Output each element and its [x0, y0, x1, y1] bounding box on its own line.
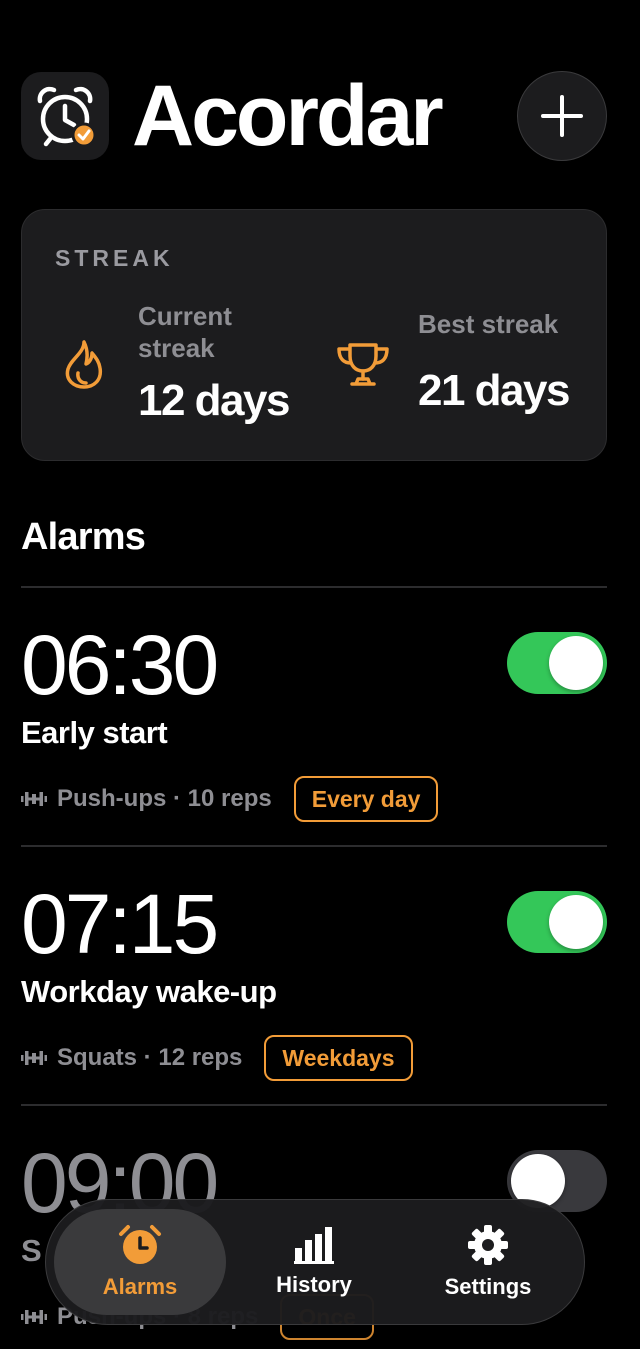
trophy-icon	[337, 343, 389, 386]
toggle-knob	[549, 895, 603, 949]
dumbbell-icon	[21, 1310, 47, 1324]
tab-label: Alarms	[102, 1274, 178, 1299]
header: Acordar	[21, 71, 607, 161]
alarm-meta: Squats · 12 reps Weekdays	[21, 1035, 413, 1081]
current-streak-value: 12 days	[138, 376, 290, 425]
dumbbell-icon	[21, 792, 47, 806]
alarm-row[interactable]: 06:30 Early start Push-ups · 10 reps Eve…	[21, 617, 607, 875]
alarm-time: 07:15	[21, 877, 219, 971]
best-streak-value: 21 days	[418, 366, 570, 415]
tab-alarms[interactable]: Alarms	[54, 1209, 226, 1315]
alarm-toggle[interactable]	[507, 891, 607, 953]
alarm-name: S	[21, 1233, 42, 1268]
dumbbell-icon	[21, 1051, 47, 1065]
plus-icon	[541, 95, 583, 137]
alarm-row[interactable]: 07:15 Workday wake-up Squats · 12 reps W…	[21, 876, 607, 1134]
app-title: Acordar	[132, 68, 444, 164]
alarm-name: Workday wake-up	[21, 974, 277, 1009]
flame-icon	[65, 340, 103, 389]
tab-label: History	[276, 1272, 352, 1297]
streak-label: STREAK	[55, 245, 174, 271]
alarm-name: Early start	[21, 715, 168, 750]
alarm-clock-check-icon	[37, 86, 97, 148]
alarm-meta: Push-ups · 10 reps Every day	[21, 776, 439, 822]
divider	[21, 1104, 607, 1106]
current-streak-label: Current streak	[138, 301, 232, 363]
alarm-time: 06:30	[21, 618, 219, 712]
streak-card: STREAK Current streak 12 days Best strea…	[21, 209, 607, 461]
best-streak-label: Best streak	[418, 309, 559, 339]
alarm-exercise: Push-ups · 10 reps	[57, 785, 272, 812]
tab-settings[interactable]: Settings	[402, 1209, 574, 1315]
app-screen: Acordar STREAK Current streak 12 days Be…	[0, 0, 640, 1349]
alarms-section-title: Alarms	[21, 516, 146, 558]
alarm-toggle[interactable]	[507, 632, 607, 694]
add-alarm-button[interactable]	[517, 71, 607, 161]
divider	[21, 845, 607, 847]
schedule-badge: Every day	[293, 776, 439, 822]
bar-chart-icon	[294, 1227, 334, 1264]
toggle-knob	[549, 636, 603, 690]
alarm-exercise: Squats · 12 reps	[57, 1044, 243, 1071]
gear-icon	[468, 1225, 508, 1265]
schedule-badge: Weekdays	[264, 1035, 413, 1081]
tab-bar: Alarms History Settings	[45, 1199, 585, 1325]
tab-history[interactable]: History	[228, 1209, 400, 1315]
alarm-clock-icon	[119, 1225, 161, 1264]
tab-label: Settings	[444, 1274, 532, 1299]
divider	[21, 586, 607, 588]
app-icon	[21, 72, 109, 160]
